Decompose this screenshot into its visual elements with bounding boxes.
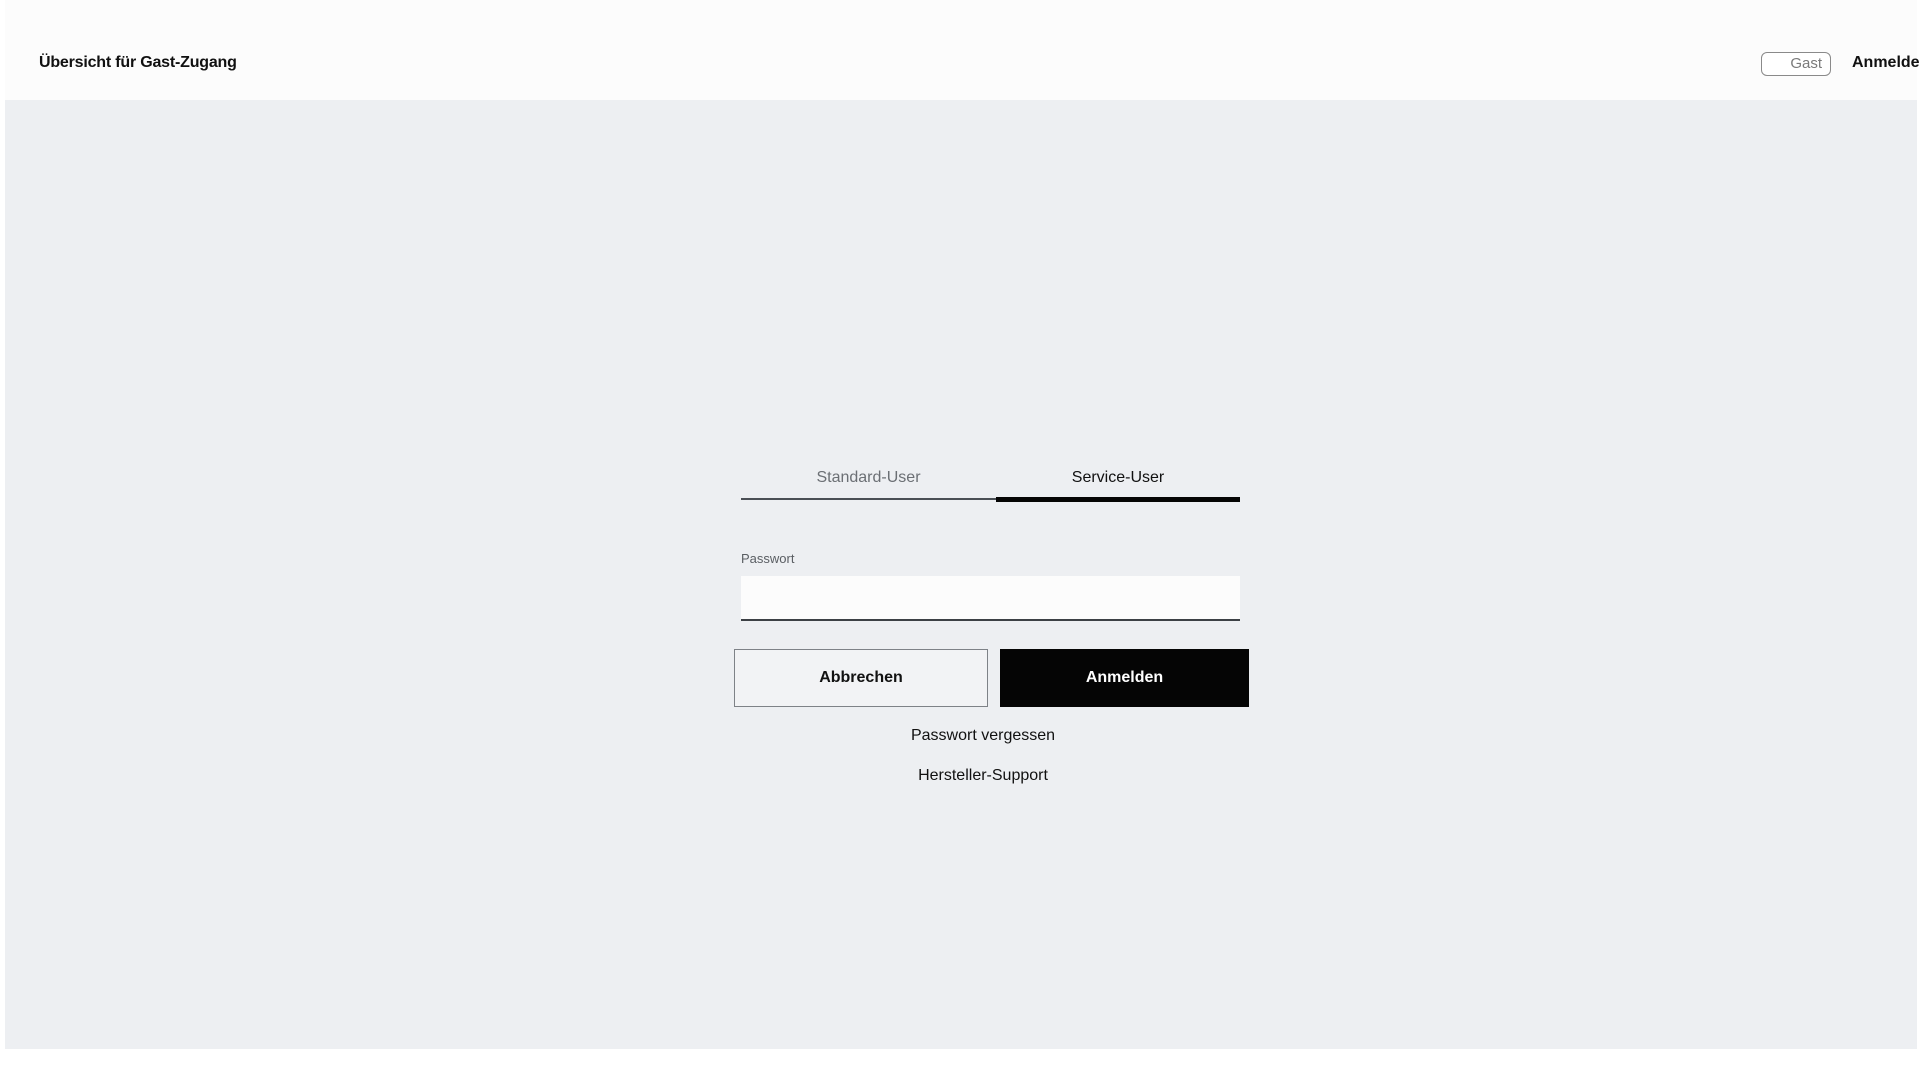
password-label: Passwort <box>741 551 795 566</box>
cancel-button[interactable]: Abbrechen <box>734 649 988 707</box>
tab-service-user-label: Service-User <box>1071 469 1165 486</box>
manufacturer-support-link[interactable]: Hersteller-Support <box>883 767 1083 785</box>
tab-service-user[interactable]: Service-User <box>996 466 1240 502</box>
password-input[interactable] <box>741 576 1240 621</box>
header-login-link[interactable]: Anmelden <box>1852 54 1920 72</box>
page-title: Übersicht für Gast-Zugang <box>39 54 237 71</box>
user-type-tabs: Standard-User Service-User <box>741 466 1240 502</box>
tab-standard-user-label: Standard-User <box>816 469 921 486</box>
user-status-badge: Gast <box>1761 52 1831 76</box>
active-tab-indicator <box>996 497 1240 502</box>
main-content <box>5 100 1917 1049</box>
top-bar: Übersicht für Gast-Zugang Gast Anmelden <box>5 0 1920 100</box>
forgot-password-link[interactable]: Passwort vergessen <box>883 727 1083 745</box>
tab-standard-user[interactable]: Standard-User <box>741 466 996 500</box>
login-submit-button[interactable]: Anmelden <box>1000 649 1249 707</box>
